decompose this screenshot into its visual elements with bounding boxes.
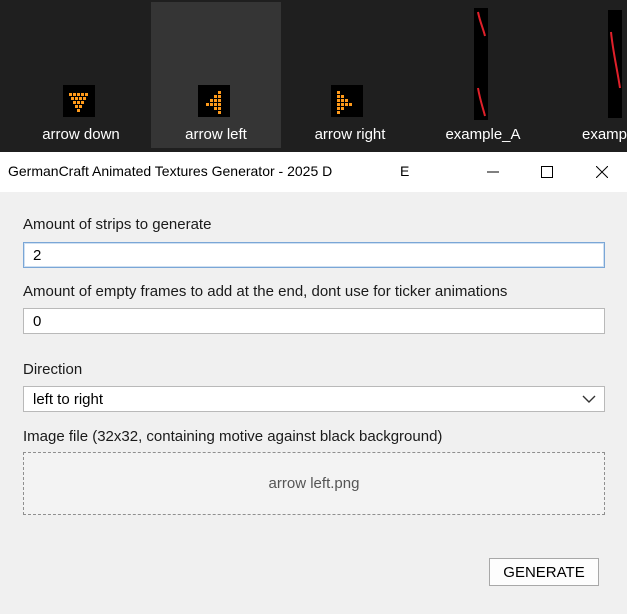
file-label: example_A xyxy=(445,126,521,143)
image-file-label: Image file (32x32, containing motive aga… xyxy=(23,428,443,445)
file-item-arrow-down[interactable]: arrow down xyxy=(16,2,146,148)
strips-input[interactable] xyxy=(23,242,605,268)
file-item-arrow-right[interactable]: arrow right xyxy=(285,2,415,148)
file-item-example-b[interactable]: examp xyxy=(552,2,627,148)
direction-label: Direction xyxy=(23,361,83,378)
file-explorer-strip: arrow down arrow left arrow right exampl… xyxy=(0,0,627,152)
close-button[interactable] xyxy=(579,152,625,192)
arrow-down-icon xyxy=(63,85,95,117)
image-file-dropzone[interactable]: arrow left.png xyxy=(23,452,605,515)
direction-select[interactable]: left to right xyxy=(23,386,605,412)
empty-frames-label: Amount of empty frames to add at the end… xyxy=(23,283,508,300)
file-item-example-a[interactable]: example_A xyxy=(418,2,548,148)
maximize-button[interactable] xyxy=(524,152,570,192)
empty-frames-input[interactable] xyxy=(23,308,605,334)
file-label: examp xyxy=(582,126,627,143)
title-bar: GermanCraft Animated Textures Generator … xyxy=(0,152,627,192)
strips-label: Amount of strips to generate xyxy=(23,216,212,233)
file-item-arrow-left[interactable]: arrow left xyxy=(151,2,281,148)
file-label: arrow down xyxy=(42,126,120,143)
red-curve-thumbnail xyxy=(608,10,622,118)
direction-value: left to right xyxy=(33,391,104,408)
image-file-name: arrow left.png xyxy=(268,475,360,492)
arrow-left-icon xyxy=(198,85,230,117)
close-icon xyxy=(596,166,608,178)
minimize-icon xyxy=(487,171,499,173)
red-curve-thumbnail xyxy=(474,8,488,120)
window-title: GermanCraft Animated Textures Generator … xyxy=(8,163,333,179)
chevron-down-icon xyxy=(582,395,596,403)
arrow-right-icon xyxy=(331,85,363,117)
file-label: arrow left xyxy=(185,126,247,143)
generate-button[interactable]: GENERATE xyxy=(489,558,599,586)
window-title-suffix: E xyxy=(400,163,410,179)
file-label: arrow right xyxy=(314,126,386,143)
generator-dialog: GermanCraft Animated Textures Generator … xyxy=(0,152,627,614)
minimize-button[interactable] xyxy=(470,152,516,192)
maximize-icon xyxy=(541,166,553,178)
